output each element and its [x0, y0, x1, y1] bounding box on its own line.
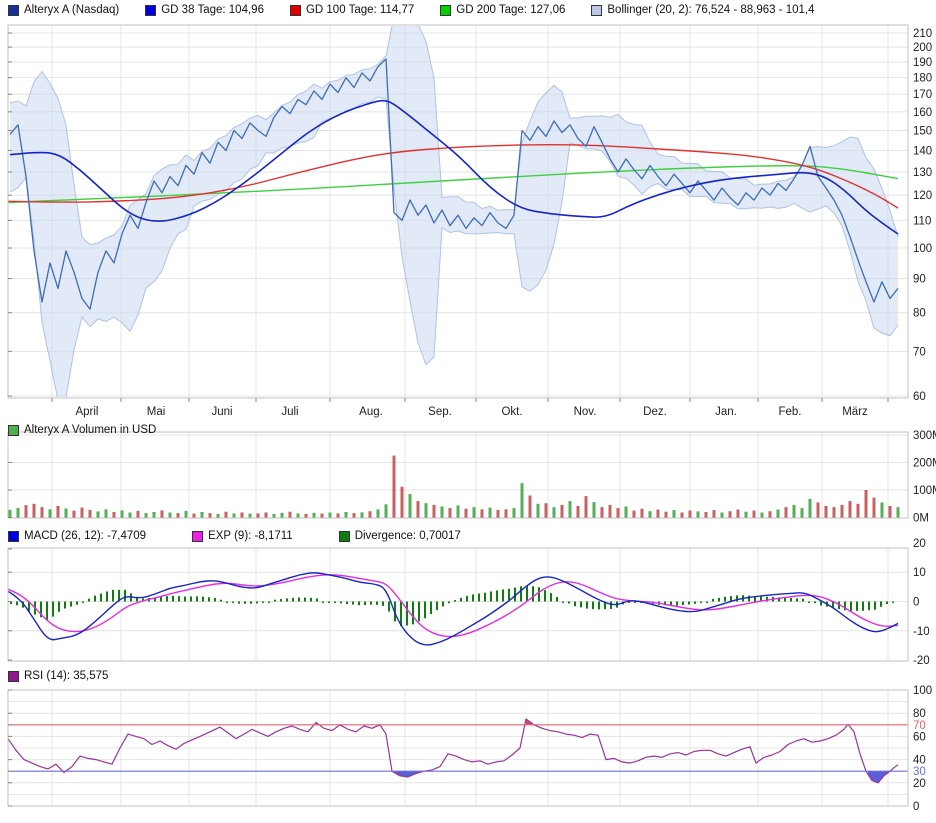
- stock-analysis-chart: 2102001901801701601501401301201101009080…: [0, 0, 936, 823]
- legend-item-divergence: Divergence: 0,70017: [339, 530, 461, 542]
- y-axis-tick-label: 10: [913, 567, 926, 579]
- y-axis-tick-label: 70: [913, 346, 926, 358]
- x-axis-month-label: Dez.: [643, 406, 667, 418]
- divergence-swatch-icon: [339, 531, 350, 542]
- y-axis-tick-label: 0: [913, 597, 919, 609]
- y-axis-tick-label: 190: [913, 57, 932, 69]
- y-axis-tick-label: 80: [913, 308, 926, 320]
- y-axis-tick-label: 40: [913, 755, 926, 767]
- y-axis-tick-label: 20: [913, 778, 926, 790]
- y-axis-tick-label: 100: [913, 685, 932, 697]
- price-swatch-icon: [8, 5, 19, 16]
- y-axis-tick-label: 70: [913, 720, 926, 732]
- y-axis-tick-label: 200M: [913, 458, 936, 470]
- x-axis-month-label: Feb.: [778, 406, 801, 418]
- y-axis-tick-label: 100M: [913, 485, 936, 497]
- legend-label: RSI (14): 35,575: [24, 670, 108, 682]
- legend-item-volume: Alteryx A Volumen in USD: [8, 424, 156, 436]
- legend-label: Divergence: 0,70017: [355, 530, 461, 542]
- legend-label: MACD (26, 12): -7,4709: [24, 530, 146, 542]
- rsi-swatch-icon: [8, 671, 19, 682]
- legend-item-gd200: GD 200 Tage: 127,06: [440, 4, 565, 16]
- y-axis-tick-label: -20: [913, 655, 930, 667]
- legend-item-exp: EXP (9): -8,1711: [192, 530, 293, 542]
- x-axis-month-label: Jan.: [715, 406, 737, 418]
- legend-label: Alteryx A (Nasdaq): [24, 4, 119, 16]
- x-axis-month-label: Juni: [211, 406, 232, 418]
- exp-swatch-icon: [192, 531, 203, 542]
- y-axis-tick-label: 300M: [913, 430, 936, 442]
- gd38-swatch-icon: [145, 5, 156, 16]
- legend-label: GD 100 Tage: 114,77: [306, 4, 414, 16]
- x-axis-month-label: Sep.: [428, 406, 452, 418]
- y-axis-tick-label: 30: [913, 766, 926, 778]
- y-axis-tick-label: 180: [913, 73, 932, 85]
- x-axis-month-label: Okt.: [501, 406, 522, 418]
- legend-item-gd38: GD 38 Tage: 104,96: [145, 4, 264, 16]
- legend-item-rsi: RSI (14): 35,575: [8, 670, 108, 682]
- macd-panel-legend: MACD (26, 12): -7,4709 EXP (9): -8,1711 …: [8, 530, 461, 542]
- gd200-swatch-icon: [440, 5, 451, 16]
- legend-label: EXP (9): -8,1711: [208, 530, 293, 542]
- y-axis-tick-label: -10: [913, 626, 930, 638]
- y-axis-tick-label: 90: [913, 274, 926, 286]
- volume-panel-legend: Alteryx A Volumen in USD: [8, 424, 156, 436]
- x-axis-month-label: Mai: [147, 406, 166, 418]
- macd-swatch-icon: [8, 531, 19, 542]
- y-axis-tick-label: 0: [913, 801, 919, 813]
- legend-item-price: Alteryx A (Nasdaq): [8, 4, 119, 16]
- y-axis-tick-label: 80: [913, 708, 926, 720]
- y-axis-tick-label: 160: [913, 107, 932, 119]
- x-axis-month-label: Aug.: [359, 406, 383, 418]
- x-axis-month-label: März: [842, 406, 868, 418]
- legend-item-bollinger: Bollinger (20, 2): 76,524 - 88,963 - 101…: [591, 4, 814, 16]
- gd100-swatch-icon: [290, 5, 301, 16]
- y-axis-tick-label: 200: [913, 42, 932, 54]
- x-axis-month-label: Nov.: [574, 406, 597, 418]
- legend-item-macd: MACD (26, 12): -7,4709: [8, 530, 146, 542]
- y-axis-tick-label: 150: [913, 126, 932, 138]
- y-axis-tick-label: 100: [913, 243, 932, 255]
- y-axis-tick-label: 60: [913, 731, 926, 743]
- legend-label: Bollinger (20, 2): 76,524 - 88,963 - 101…: [607, 4, 814, 16]
- y-axis-tick-label: 210: [913, 28, 932, 40]
- legend-label: Alteryx A Volumen in USD: [24, 424, 156, 436]
- y-axis-tick-label: 0M: [913, 513, 929, 525]
- y-axis-tick-label: 130: [913, 167, 932, 179]
- legend-label: GD 38 Tage: 104,96: [161, 4, 264, 16]
- legend-item-gd100: GD 100 Tage: 114,77: [290, 4, 414, 16]
- y-axis-tick-label: 170: [913, 89, 932, 101]
- y-axis-tick-label: 120: [913, 190, 932, 202]
- bollinger-swatch-icon: [591, 5, 602, 16]
- x-axis-month-labels: April Mai Juni Juli Aug. Sep. Okt. Nov. Dez. Jan.…: [75, 406, 868, 418]
- y-axis-tick-label: 60: [913, 391, 926, 403]
- volume-swatch-icon: [8, 425, 19, 436]
- price-panel-legend: Alteryx A (Nasdaq) GD 38 Tage: 104,96 GD…: [8, 4, 815, 16]
- x-axis-month-label: Juli: [281, 406, 298, 418]
- y-axis-tick-label: 110: [913, 215, 931, 227]
- y-axis-tick-label: 140: [913, 146, 932, 158]
- rsi-panel-legend: RSI (14): 35,575: [8, 670, 108, 682]
- legend-label: GD 200 Tage: 127,06: [456, 4, 565, 16]
- x-axis-month-label: April: [75, 406, 98, 418]
- y-axis-tick-label: 20: [913, 538, 926, 550]
